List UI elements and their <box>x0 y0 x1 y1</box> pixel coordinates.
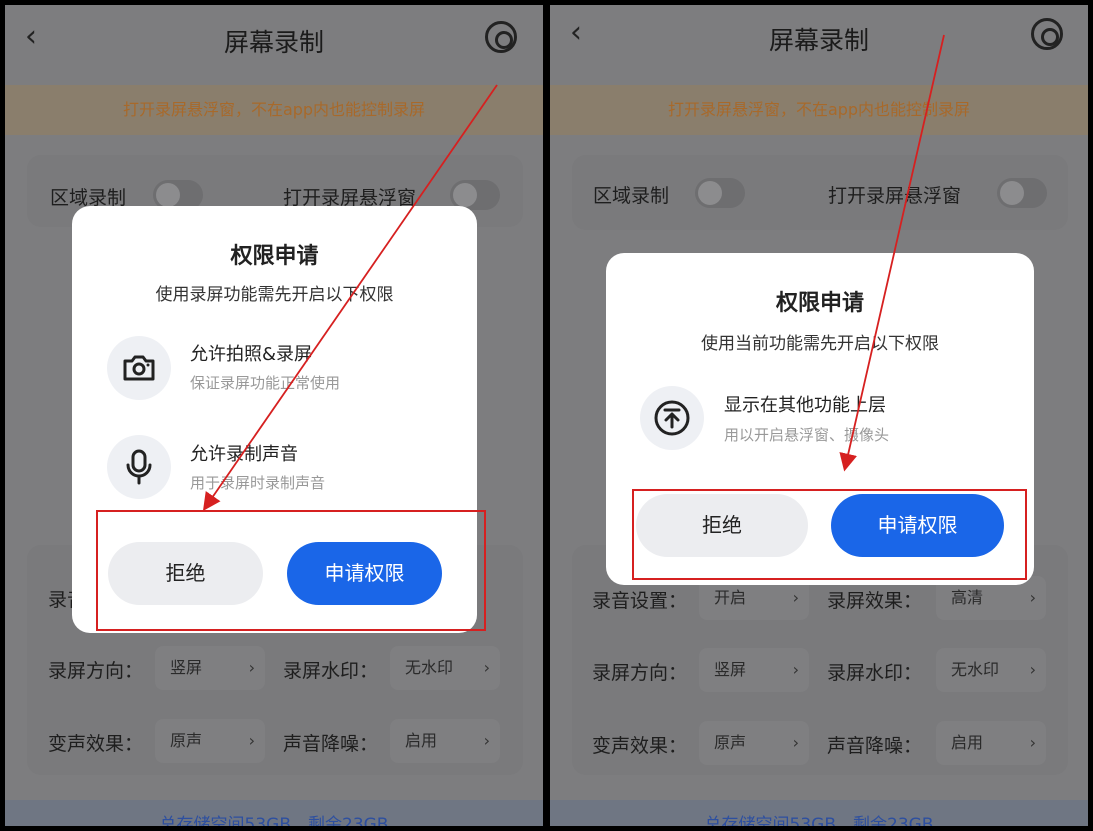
annotation-arrows <box>202 34 945 511</box>
annotation-arrow <box>202 84 498 511</box>
annotation-arrow <box>839 34 945 472</box>
